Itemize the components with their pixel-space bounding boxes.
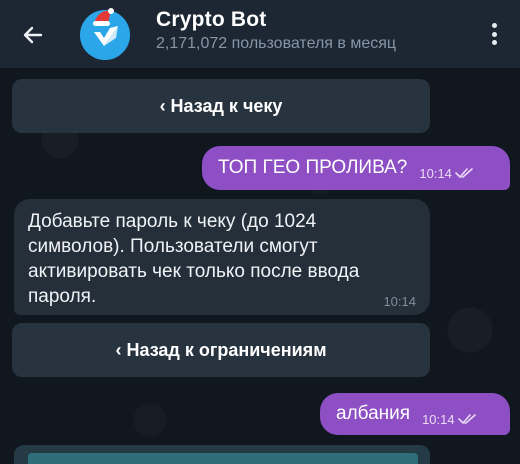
message-text: Добавьте пароль к чеку (до 1024 символов…	[28, 211, 360, 307]
message-time: 10:14	[419, 165, 452, 181]
chat-subtitle: 2,171,072 пользователя в месяц	[156, 35, 397, 52]
double-check-icon	[455, 168, 473, 179]
message-time: 10:14	[422, 411, 455, 427]
message-meta: 10:14	[419, 166, 475, 181]
back-button[interactable]	[18, 20, 48, 50]
chat-title: Crypto Bot	[156, 8, 267, 31]
back-to-check-button[interactable]: ‹ Назад к чеку	[12, 79, 430, 133]
chat-header: Crypto Bot 2,171,072 пользователя в меся…	[0, 0, 520, 68]
double-check-icon	[457, 414, 476, 425]
more-vertical-icon	[491, 23, 497, 28]
next-message-preview	[14, 445, 430, 464]
message-time: 10:14	[383, 294, 416, 309]
santa-hat-icon	[93, 8, 114, 26]
message-text: албания	[336, 403, 411, 424]
message-meta: 10:14	[422, 412, 478, 427]
message-text: ТОП ГЕО ПРОЛИВА?	[218, 157, 408, 178]
outgoing-message[interactable]: ТОП ГЕО ПРОЛИВА? 10:14	[202, 146, 510, 190]
arrow-left-icon	[23, 26, 43, 44]
incoming-message[interactable]: Добавьте пароль к чеку (до 1024 символов…	[14, 199, 430, 315]
more-menu-button[interactable]	[484, 20, 504, 48]
outgoing-message[interactable]: албания 10:14	[320, 393, 510, 435]
back-to-limits-button[interactable]: ‹ Назад к ограничениям	[12, 323, 430, 377]
chat-title-block[interactable]: Crypto Bot 2,171,072 пользователя в меся…	[156, 8, 396, 53]
